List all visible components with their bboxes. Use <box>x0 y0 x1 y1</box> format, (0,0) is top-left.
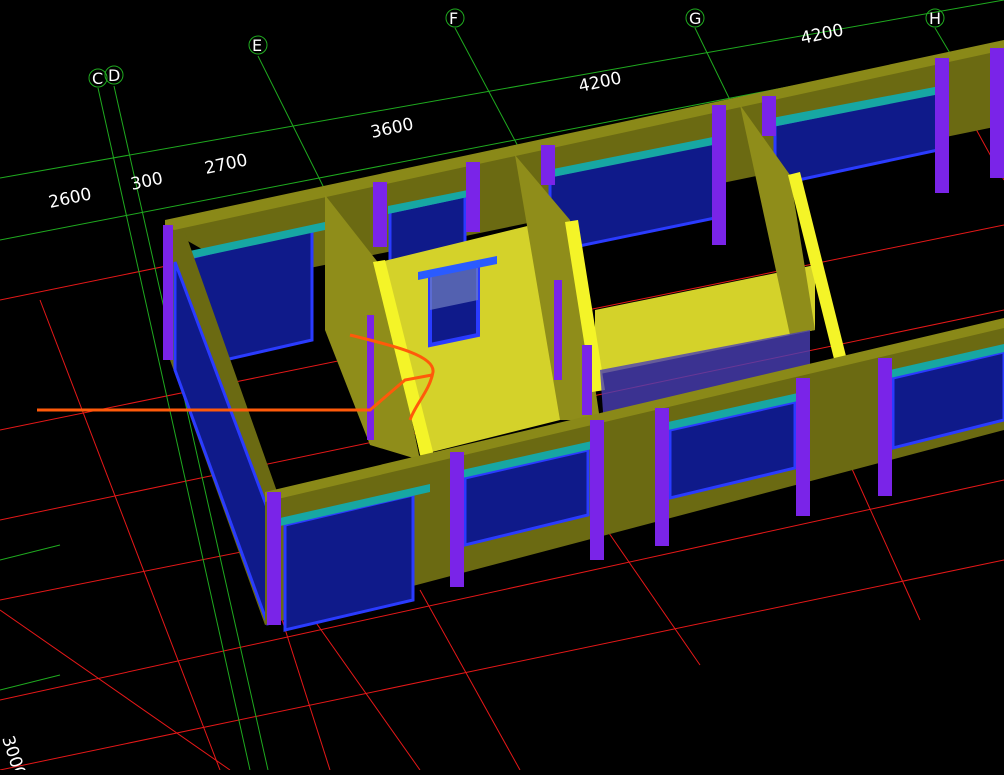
axis-label-d: D <box>108 66 120 85</box>
axis-bubble-f[interactable]: F <box>445 8 465 28</box>
3d-building-viewport[interactable]: C D E F G H 2600 300 2700 3600 4200 4200… <box>0 0 1004 775</box>
axis-label-f: F <box>449 9 458 28</box>
dimension-4200-a: 4200 <box>577 68 623 97</box>
axis-bubble-d[interactable]: D <box>104 65 124 85</box>
column[interactable] <box>450 452 464 587</box>
column[interactable] <box>466 162 480 232</box>
building-model[interactable] <box>163 40 1004 632</box>
axis-bubble-e[interactable]: E <box>248 35 268 55</box>
axis-label-e: E <box>252 36 262 55</box>
column[interactable] <box>541 145 555 185</box>
axis-bubbles: C D E F G H <box>88 8 945 88</box>
column[interactable] <box>878 358 892 496</box>
column[interactable] <box>796 378 810 516</box>
column[interactable] <box>655 408 669 546</box>
dimension-3000: 3000 <box>0 733 30 770</box>
axis-label-h: H <box>929 9 941 28</box>
axis-bubble-g[interactable]: G <box>685 8 705 28</box>
axis-bubble-c[interactable]: C <box>88 68 108 88</box>
column[interactable] <box>582 345 592 415</box>
axis-label-c: C <box>92 69 103 88</box>
column[interactable] <box>554 280 562 380</box>
column[interactable] <box>373 182 387 247</box>
axis-bubble-h[interactable]: H <box>925 8 945 28</box>
dimension-300: 300 <box>129 169 165 195</box>
column[interactable] <box>990 48 1004 178</box>
column[interactable] <box>163 225 173 360</box>
model-canvas[interactable]: C D E F G H 2600 300 2700 3600 4200 4200… <box>0 0 1004 775</box>
column[interactable] <box>367 315 374 440</box>
dimension-2700: 2700 <box>203 150 249 179</box>
dimension-2600: 2600 <box>47 184 93 213</box>
column[interactable] <box>712 105 726 245</box>
column[interactable] <box>590 420 604 560</box>
axis-label-g: G <box>689 9 701 28</box>
column[interactable] <box>267 492 281 625</box>
dimension-4200-b: 4200 <box>799 20 845 49</box>
dimension-3600: 3600 <box>369 114 415 143</box>
column[interactable] <box>762 96 776 136</box>
column[interactable] <box>935 58 949 193</box>
